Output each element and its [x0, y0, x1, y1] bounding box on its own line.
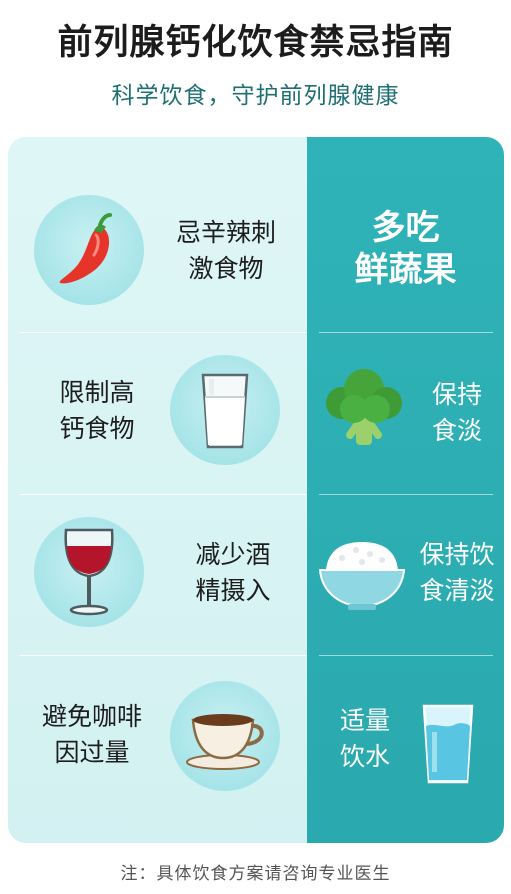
drink-water-text: 适量 饮水	[339, 706, 390, 771]
footnote: 注：具体饮食方案请咨询专业医生	[120, 864, 391, 884]
rice-bowl-icon	[312, 523, 412, 623]
coffee-cup-icon	[170, 681, 280, 791]
eat-vegetables-text: 多吃 鲜蔬果	[354, 208, 457, 290]
row-divider	[20, 332, 307, 333]
avoid-spicy-text: 忌辛辣刺 激食物	[175, 218, 276, 283]
page-title: 前列腺钙化饮食禁忌指南	[57, 23, 454, 63]
row-divider	[319, 332, 493, 333]
avoid-caffeine-text: 避免咖啡 因过量	[41, 702, 142, 767]
row-divider	[20, 494, 307, 495]
row-divider	[319, 655, 493, 656]
chili-pepper-icon	[34, 195, 144, 305]
row-divider	[20, 655, 307, 656]
reduce-alcohol-text: 减少酒 精摄入	[195, 540, 271, 605]
keep-light-text: 保持 食淡	[431, 380, 482, 445]
row-divider	[319, 494, 493, 495]
keep-diet-light-text: 保持饮 食清淡	[419, 540, 495, 605]
limit-calcium-text: 限制高 钙食物	[59, 378, 135, 443]
wine-glass-icon	[34, 517, 144, 627]
page-subtitle: 科学饮食，守护前列腺健康	[111, 83, 400, 109]
diet-guide-card: 忌辛辣刺 激食物 多吃 鲜蔬果 限制高 钙食物 保持 食淡 减少酒 精摄入 保持…	[8, 137, 504, 843]
water-glass-icon	[412, 699, 484, 789]
milk-glass-icon	[170, 355, 280, 465]
broccoli-icon	[314, 357, 414, 457]
